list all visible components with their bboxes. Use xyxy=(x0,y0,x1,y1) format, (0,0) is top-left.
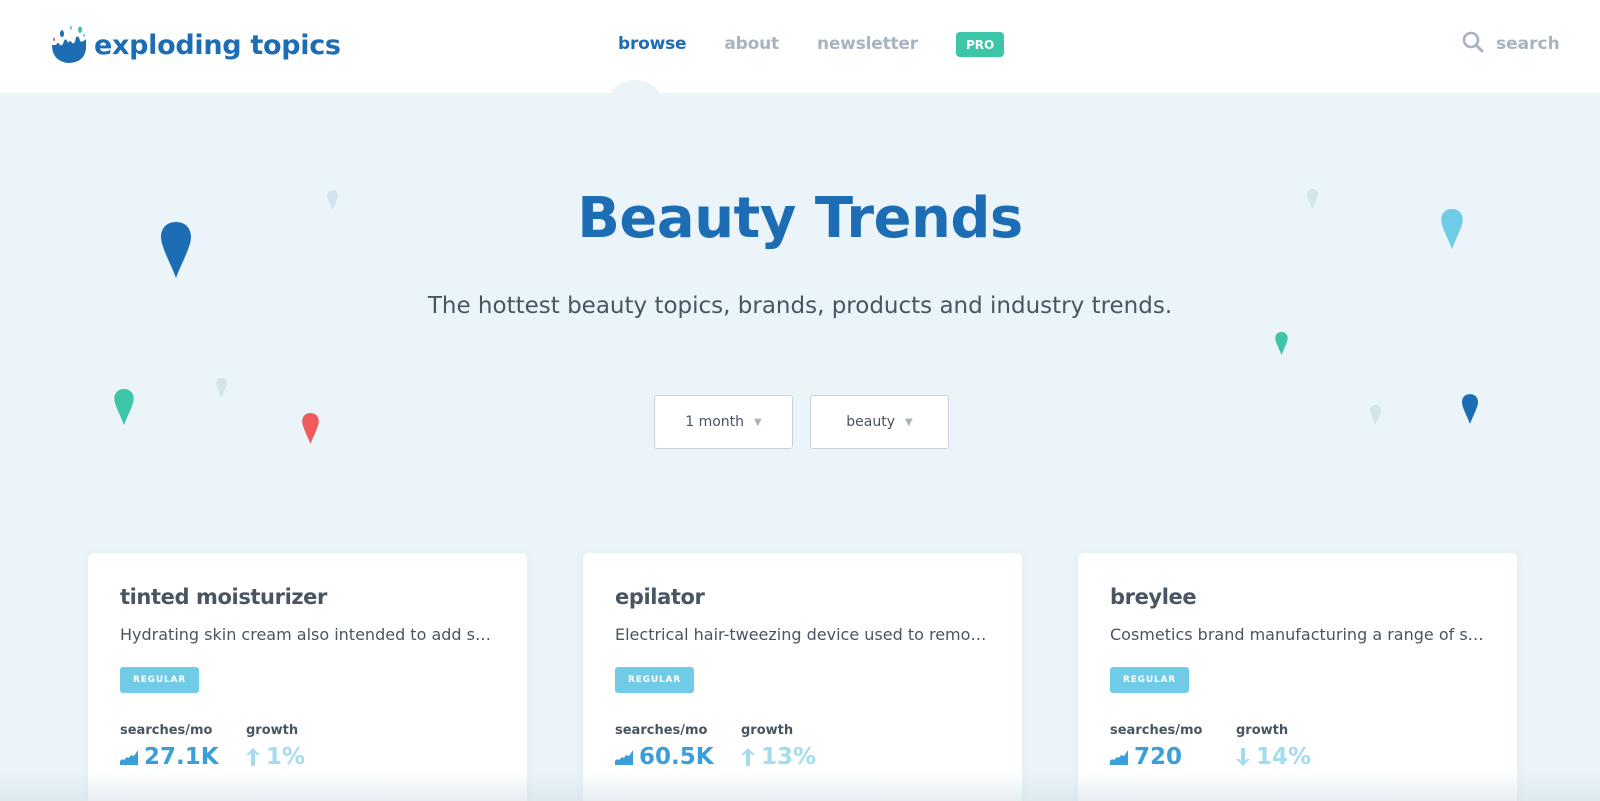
drop-decoration-icon xyxy=(1462,394,1478,424)
filter-bar: 1 month ▼ beauty ▼ xyxy=(654,395,966,449)
growth-value: 1% xyxy=(266,744,306,770)
arrow-up-icon xyxy=(246,748,260,766)
trend-stats: searches/mo 720 growth 14% xyxy=(1110,723,1485,770)
searches-stat: searches/mo 60.5K xyxy=(615,723,741,770)
search-label: search xyxy=(1496,34,1560,54)
category-select[interactable]: beauty ▼ xyxy=(810,395,949,449)
volume-chart-icon xyxy=(615,749,633,765)
growth-stat: growth 1% xyxy=(246,723,372,770)
main-nav: browse about newsletter PRO xyxy=(618,30,1005,57)
searches-value: 720 xyxy=(1134,744,1183,770)
nav-about[interactable]: about xyxy=(724,34,779,54)
exploding-logo-icon xyxy=(50,25,88,65)
trend-card-title: epilator xyxy=(615,585,705,609)
trend-card-title: breylee xyxy=(1110,585,1197,609)
brand-name: exploding topics xyxy=(94,29,341,61)
trend-card[interactable]: epilator Electrical hair-tweezing device… xyxy=(583,553,1022,801)
brand-logo-link[interactable]: exploding topics xyxy=(50,24,341,66)
trend-type-tag: REGULAR xyxy=(120,667,200,693)
trend-type-tag: REGULAR xyxy=(615,667,695,693)
searches-stat: searches/mo 720 xyxy=(1110,723,1236,770)
drop-decoration-icon xyxy=(114,389,134,425)
caret-down-icon: ▼ xyxy=(905,416,913,428)
pro-badge-button[interactable]: PRO xyxy=(955,32,1005,57)
growth-value: 14% xyxy=(1256,744,1312,770)
drop-decoration-icon xyxy=(1275,332,1288,355)
growth-label: growth xyxy=(246,723,299,738)
trend-type-tag: REGULAR xyxy=(1110,667,1190,693)
page-subtitle: The hottest beauty topics, brands, produ… xyxy=(427,293,1173,319)
nav-newsletter[interactable]: newsletter xyxy=(817,34,918,54)
nav-browse[interactable]: browse xyxy=(618,34,687,54)
volume-chart-icon xyxy=(120,749,138,765)
growth-value-row: 14% xyxy=(1236,744,1362,770)
top-header: exploding topics browse about newsletter… xyxy=(0,0,1600,93)
searches-label: searches/mo xyxy=(120,723,213,738)
search-icon xyxy=(1462,31,1484,57)
trend-card-description: Cosmetics brand manufacturing a range of… xyxy=(1110,625,1485,644)
searches-label: searches/mo xyxy=(1110,723,1203,738)
growth-label: growth xyxy=(741,723,794,738)
caret-down-icon: ▼ xyxy=(754,416,762,428)
growth-label: growth xyxy=(1236,723,1289,738)
searches-stat: searches/mo 27.1K xyxy=(120,723,246,770)
search-button[interactable]: search xyxy=(1462,31,1560,57)
searches-value-row: 60.5K xyxy=(615,744,741,770)
trend-card-description: Hydrating skin cream also intended to ad… xyxy=(120,625,495,644)
timeframe-select-value: 1 month xyxy=(685,414,745,430)
drop-decoration-icon xyxy=(216,378,227,398)
arrow-up-icon xyxy=(741,748,755,766)
growth-value-row: 13% xyxy=(741,744,867,770)
category-select-value: beauty xyxy=(846,414,896,430)
page-title: Beauty Trends xyxy=(577,186,1023,251)
searches-value-row: 720 xyxy=(1110,744,1236,770)
growth-stat: growth 14% xyxy=(1236,723,1362,770)
trend-card-description: Electrical hair-tweezing device used to … xyxy=(615,625,990,644)
trend-stats: searches/mo 60.5K growth 13% xyxy=(615,723,990,770)
searches-value: 27.1K xyxy=(144,744,219,770)
searches-value: 60.5K xyxy=(639,744,714,770)
searches-value-row: 27.1K xyxy=(120,744,246,770)
drop-decoration-icon xyxy=(1370,405,1381,425)
trend-card[interactable]: tinted moisturizer Hydrating skin cream … xyxy=(88,553,527,801)
searches-label: searches/mo xyxy=(615,723,708,738)
trend-card-title: tinted moisturizer xyxy=(120,585,327,609)
timeframe-select[interactable]: 1 month ▼ xyxy=(654,395,793,449)
drop-decoration-icon xyxy=(302,413,319,444)
growth-value: 13% xyxy=(761,744,817,770)
growth-value-row: 1% xyxy=(246,744,372,770)
arrow-down-icon xyxy=(1236,748,1250,766)
volume-chart-icon xyxy=(1110,749,1128,765)
growth-stat: growth 13% xyxy=(741,723,867,770)
trend-stats: searches/mo 27.1K growth 1% xyxy=(120,723,495,770)
trend-card[interactable]: breylee Cosmetics brand manufacturing a … xyxy=(1078,553,1517,801)
